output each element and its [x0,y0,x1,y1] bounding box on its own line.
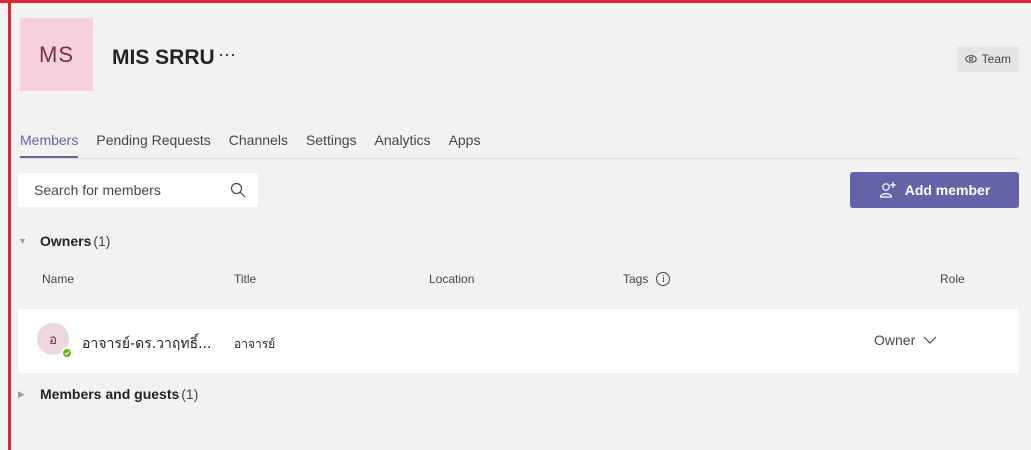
tabs-divider [18,158,1019,159]
members-guests-count: (1) [181,386,199,402]
team-tabs: Members Pending Requests Channels Settin… [20,124,498,158]
member-title: อาจารย์ [234,337,276,351]
owners-count: (1) [93,233,111,249]
team-name: MIS SRRU [112,46,215,69]
tab-analytics[interactable]: Analytics [375,124,431,158]
presence-available-icon [61,347,73,359]
tab-channels[interactable]: Channels [229,124,288,158]
info-icon[interactable]: i [656,272,671,286]
owners-title: Owners [40,233,92,249]
search-input[interactable] [32,181,230,199]
search-icon [230,182,246,198]
tab-members[interactable]: Members [20,124,79,158]
column-header-location[interactable]: Location [429,272,474,286]
chevron-down-icon: ▼ [18,236,27,246]
role-dropdown[interactable]: Owner [874,332,937,348]
chevron-down-icon [923,336,937,344]
add-person-icon [879,182,896,198]
add-member-label: Add member [904,182,991,198]
column-header-role: Role [940,272,965,286]
chevron-right-icon: ▶ [18,388,25,399]
highlight-frame-left [8,0,11,450]
members-guests-title: Members and guests [40,386,180,402]
column-header-title[interactable]: Title [234,272,256,286]
column-header-name[interactable]: Name [42,272,74,286]
table-row[interactable]: อ อาจารย์-ดร.วาฤทธิ์... อาจารย์ Owner [18,309,1019,373]
check-icon [64,351,70,356]
member-search[interactable] [18,173,258,207]
owners-section-header[interactable]: ▼ Owners (1) [18,233,110,249]
team-avatar: MS [20,18,93,91]
add-member-button[interactable]: Add member [850,172,1019,208]
tab-settings[interactable]: Settings [306,124,357,158]
team-type-badge: Team [956,46,1019,72]
eye-icon [964,55,977,63]
more-options-button[interactable]: ··· [218,44,236,65]
member-name[interactable]: อาจารย์-ดร.วาฤทธิ์... [82,333,212,355]
members-guests-section-header[interactable]: ▶ Members and guests (1) [18,386,198,402]
column-header-tags: Tags i [623,272,671,286]
highlight-frame-top [0,0,1031,3]
team-type-label: Team [981,52,1011,66]
role-value: Owner [874,332,916,348]
tab-pending-requests[interactable]: Pending Requests [96,124,210,158]
tab-apps[interactable]: Apps [449,124,481,158]
